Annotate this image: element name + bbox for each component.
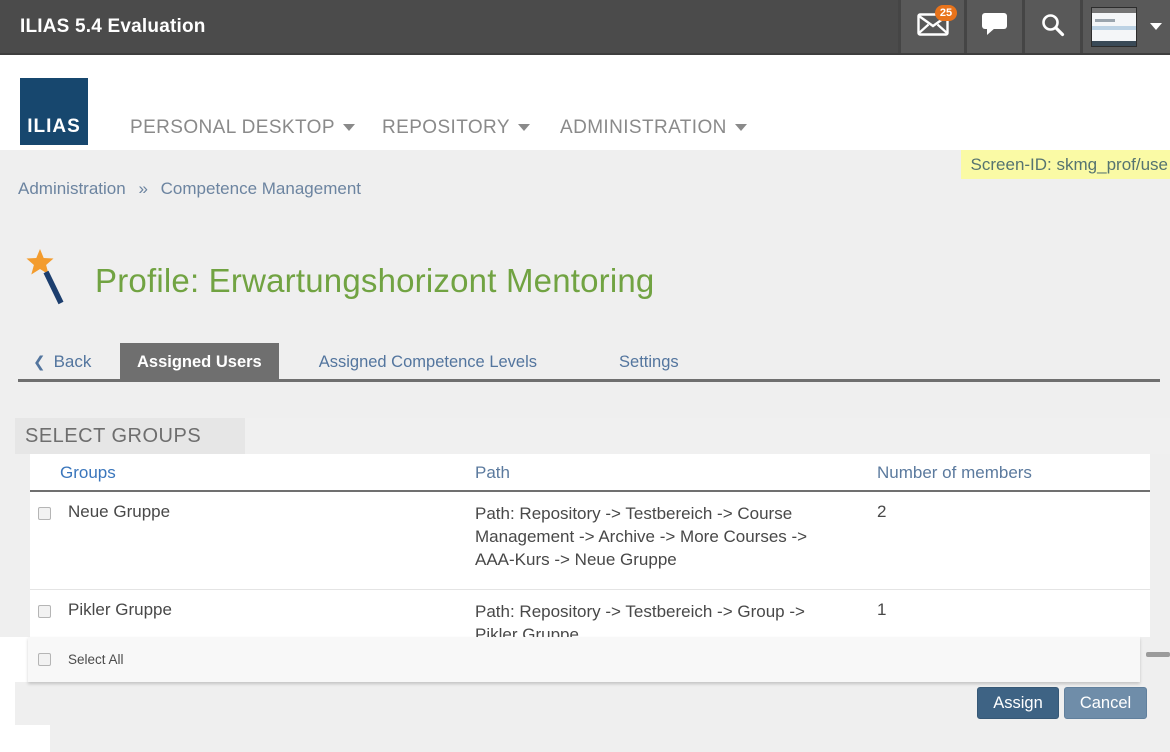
select-all-bar: Select All	[28, 637, 1140, 682]
group-path: Path: Repository -> Testbereich -> Group…	[475, 600, 847, 637]
chevron-down-icon	[1150, 23, 1162, 30]
column-header-groups[interactable]: Groups	[60, 454, 116, 491]
nav-label: REPOSITORY	[382, 117, 510, 138]
back-label: Back	[54, 352, 92, 371]
tab-bar: ❮ Back Assigned Users Assigned Competence…	[0, 343, 1170, 381]
back-button[interactable]: ❮ Back	[33, 343, 91, 381]
group-name: Neue Gruppe	[68, 502, 170, 522]
logo-text: ILIAS	[27, 116, 81, 138]
chevron-left-icon: ❮	[33, 354, 46, 371]
tab-assigned-users[interactable]: Assigned Users	[120, 343, 279, 381]
section-title: SELECT GROUPS	[15, 418, 245, 454]
nav-personal-desktop[interactable]: PERSONAL DESKTOP	[130, 117, 355, 139]
table-row: Neue Gruppe Path: Repository -> Testbere…	[30, 492, 1150, 590]
ilias-window: ILIAS 5.4 Evaluation 25	[0, 0, 1170, 752]
chevron-down-icon	[343, 124, 355, 131]
breadcrumb-administration[interactable]: Administration	[18, 179, 126, 198]
assign-button[interactable]: Assign	[977, 687, 1059, 719]
breadcrumb-competence-management[interactable]: Competence Management	[161, 179, 361, 198]
column-header-members: Number of members	[877, 454, 1032, 491]
scrollbar-thumb[interactable]	[1146, 652, 1170, 657]
user-menu-button[interactable]	[1080, 0, 1170, 53]
table-header: Groups Path Number of members	[30, 454, 1150, 492]
tab-assigned-competence-levels[interactable]: Assigned Competence Levels	[299, 343, 557, 381]
groups-table: Groups Path Number of members Neue Grupp…	[30, 454, 1150, 637]
tab-underline	[18, 379, 1160, 382]
group-members-count: 1	[877, 600, 886, 620]
row-checkbox[interactable]	[38, 507, 51, 520]
content-area: Screen-ID: skmg_prof/use Administration …	[0, 150, 1170, 752]
page-title: Profile: Erwartungshorizont Mentoring	[95, 262, 655, 300]
table-row: Pikler Gruppe Path: Repository -> Testbe…	[30, 590, 1150, 637]
chevron-down-icon	[735, 124, 747, 131]
group-name: Pikler Gruppe	[68, 600, 172, 620]
cancel-button[interactable]: Cancel	[1064, 687, 1147, 719]
app-title: ILIAS 5.4 Evaluation	[20, 16, 206, 38]
main-header: ILIAS PERSONAL DESKTOP REPOSITORY ADMINI…	[0, 55, 1170, 150]
select-all-label: Select All	[68, 637, 124, 682]
background-patch	[0, 637, 28, 682]
nav-administration[interactable]: ADMINISTRATION	[560, 117, 747, 139]
column-header-path: Path	[475, 454, 510, 491]
mail-button[interactable]: 25	[898, 0, 964, 53]
breadcrumb-separator: »	[138, 179, 147, 198]
select-groups-section: SELECT GROUPS	[15, 418, 1170, 454]
chevron-down-icon	[518, 124, 530, 131]
tab-settings[interactable]: Settings	[599, 343, 699, 381]
magic-wand-icon	[24, 248, 74, 313]
avatar	[1091, 7, 1137, 47]
group-members-count: 2	[877, 502, 886, 522]
screen-id-label: Screen-ID: skmg_prof/use	[961, 150, 1170, 179]
nav-label: PERSONAL DESKTOP	[130, 117, 335, 138]
background-patch	[0, 725, 50, 752]
nav-label: ADMINISTRATION	[560, 117, 727, 138]
search-icon	[1040, 12, 1065, 42]
top-bar: ILIAS 5.4 Evaluation 25	[0, 0, 1170, 55]
chat-button[interactable]	[964, 0, 1022, 53]
group-path: Path: Repository -> Testbereich -> Cours…	[475, 502, 847, 571]
chat-icon	[981, 12, 1008, 41]
breadcrumb: Administration » Competence Management	[18, 179, 361, 199]
row-checkbox[interactable]	[38, 605, 51, 618]
ilias-logo[interactable]: ILIAS	[20, 78, 88, 145]
top-bar-actions: 25	[898, 0, 1170, 53]
select-all-checkbox[interactable]	[38, 653, 51, 666]
nav-repository[interactable]: REPOSITORY	[382, 117, 530, 139]
mail-count-badge: 25	[935, 5, 957, 21]
search-button[interactable]	[1022, 0, 1080, 53]
